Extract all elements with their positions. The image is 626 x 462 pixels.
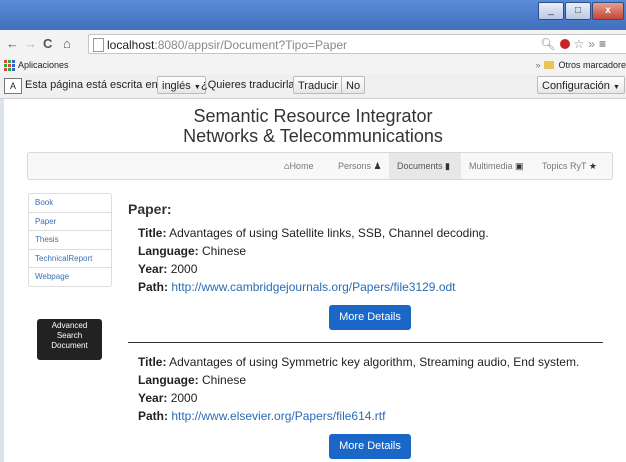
nav-persons-label: Persons (338, 161, 372, 171)
apps-grid-icon (4, 59, 15, 71)
record-title-value: Advantages of using Symmetric key algori… (169, 355, 580, 369)
year-label: Year: (138, 262, 168, 276)
record-divider (128, 342, 603, 343)
record-path: Path: http://www.elsevier.org/Papers/fil… (138, 407, 579, 425)
nav-documents-label: Documents (397, 161, 443, 171)
home-icon[interactable]: ⌂ (63, 36, 71, 51)
title-label: Title: (138, 355, 167, 369)
advanced-search-line1: Advanced (51, 321, 88, 330)
record-title: Title: Advantages of using Symmetric key… (138, 353, 579, 371)
translate-icon: A (4, 78, 22, 94)
forward-icon[interactable]: → (24, 36, 37, 51)
chevron-down-icon: ▼ (612, 84, 620, 91)
advanced-search-line2: Search (56, 331, 83, 340)
section-heading: Paper: (128, 201, 172, 217)
page-title: Semantic Resource Integrator Networks & … (0, 106, 626, 146)
nav-persons[interactable]: Persons ♟ (330, 153, 390, 179)
maximize-button[interactable]: □ (565, 2, 591, 20)
bookmark-other[interactable]: » Otros marcadore (535, 56, 626, 74)
no-translate-button[interactable]: No (341, 76, 366, 94)
nav-documents[interactable]: Documents ▮ (389, 153, 461, 179)
bookmark-apps-label: Aplicaciones (18, 60, 69, 70)
record-title: Title: Advantages of using Satellite lin… (138, 224, 489, 242)
record-language-value: Chinese (202, 244, 247, 258)
nav-home-label: Home (289, 161, 314, 171)
language-select[interactable]: inglés ▼ (157, 76, 206, 94)
advanced-search-button[interactable]: Advanced Search Document (37, 319, 102, 360)
minimize-button[interactable]: _ (538, 2, 564, 20)
user-icon: ♟ (373, 161, 382, 171)
bookmark-apps[interactable]: Aplicaciones (4, 56, 69, 74)
zoom-icon[interactable]: 🔍︎ (540, 37, 555, 51)
more-details-button[interactable]: More Details (329, 305, 411, 330)
extensions-more-icon[interactable]: » (588, 37, 595, 51)
folder-icon (544, 61, 555, 69)
language-label: Language: (138, 244, 199, 258)
address-actions: 🔍︎ ☆ » ≡ (540, 34, 606, 54)
window-controls: _ □ x (537, 2, 624, 20)
main-navbar: ⌂Home Persons ♟ Documents ▮ Multimedia ▣… (27, 152, 613, 180)
record-year-value: 2000 (170, 262, 198, 276)
record-1: Title: Advantages of using Satellite lin… (138, 224, 489, 296)
translate-bar: A Esta página está escrita en inglés ▼ ¿… (0, 74, 626, 99)
bookmarks-bar: Aplicaciones » Otros marcadore (0, 56, 626, 74)
file-icon: ▮ (445, 161, 450, 171)
year-label: Year: (138, 391, 168, 405)
chevron-down-icon: ▼ (193, 84, 201, 91)
record-path: Path: http://www.cambridgejournals.org/P… (138, 278, 489, 296)
translate-question: ¿Quieres traducirla? (201, 79, 301, 91)
record-year: Year: 2000 (138, 389, 579, 407)
reload-icon[interactable]: C (43, 36, 52, 51)
nav-topics[interactable]: Topics RyT ★ (534, 153, 605, 179)
window-left-edge (0, 99, 4, 462)
window-titlebar (0, 0, 626, 30)
language-select-label: inglés (162, 80, 191, 92)
record-title-value: Advantages of using Satellite links, SSB… (169, 226, 489, 240)
sidebar-item-webpage[interactable]: Webpage (29, 267, 111, 286)
star-icon: ★ (588, 161, 597, 171)
nav-home[interactable]: ⌂Home (276, 153, 321, 179)
bookmark-other-label: Otros marcadore (558, 60, 626, 70)
record-path-link[interactable]: http://www.elsevier.org/Papers/file614.r… (171, 409, 385, 423)
advanced-search-line3: Document (51, 341, 88, 350)
back-icon[interactable]: ← (6, 36, 19, 51)
record-language: Language: Chinese (138, 242, 489, 260)
translate-text: Esta página está escrita en (25, 79, 158, 91)
page-title-line1: Semantic Resource Integrator (193, 106, 433, 126)
sidebar-item-paper[interactable]: Paper (29, 211, 111, 231)
url-host: localhost (107, 38, 155, 52)
title-label: Title: (138, 226, 167, 240)
nav-topics-label: Topics RyT (542, 161, 587, 171)
bookmarks-more-icon[interactable]: » (535, 56, 540, 74)
close-button[interactable]: x (592, 2, 624, 20)
bookmark-star-icon[interactable]: ☆ (574, 37, 585, 51)
sidebar-item-technicalreport[interactable]: TechnicalReport (29, 248, 111, 268)
record-language-value: Chinese (202, 373, 247, 387)
language-label: Language: (138, 373, 199, 387)
page-icon (93, 38, 104, 52)
nav-multimedia[interactable]: Multimedia ▣ (461, 153, 532, 179)
translate-config-label: Configuración (542, 80, 610, 92)
menu-icon[interactable]: ≡ (599, 37, 606, 51)
more-details-button[interactable]: More Details (329, 434, 411, 459)
document-type-sidebar: Book Paper Thesis TechnicalReport Webpag… (28, 193, 112, 287)
path-label: Path: (138, 280, 168, 294)
translate-config-button[interactable]: Configuración ▼ (537, 76, 625, 94)
record-language: Language: Chinese (138, 371, 579, 389)
url-path: :8080/appsir/Document?Tipo=Paper (154, 38, 348, 52)
nav-multimedia-label: Multimedia (469, 161, 513, 171)
path-label: Path: (138, 409, 168, 423)
film-icon: ▣ (515, 161, 524, 171)
record-year-value: 2000 (170, 391, 198, 405)
translate-button[interactable]: Traducir (293, 76, 343, 94)
page-content: Semantic Resource Integrator Networks & … (0, 99, 626, 462)
sidebar-item-thesis[interactable]: Thesis (29, 230, 111, 249)
record-2: Title: Advantages of using Symmetric key… (138, 353, 579, 425)
record-path-link[interactable]: http://www.cambridgejournals.org/Papers/… (171, 280, 455, 294)
sidebar-item-book[interactable]: Book (29, 194, 111, 212)
record-year: Year: 2000 (138, 260, 489, 278)
page-title-line2: Networks & Telecommunications (183, 126, 443, 146)
extension-icon[interactable] (559, 39, 570, 49)
